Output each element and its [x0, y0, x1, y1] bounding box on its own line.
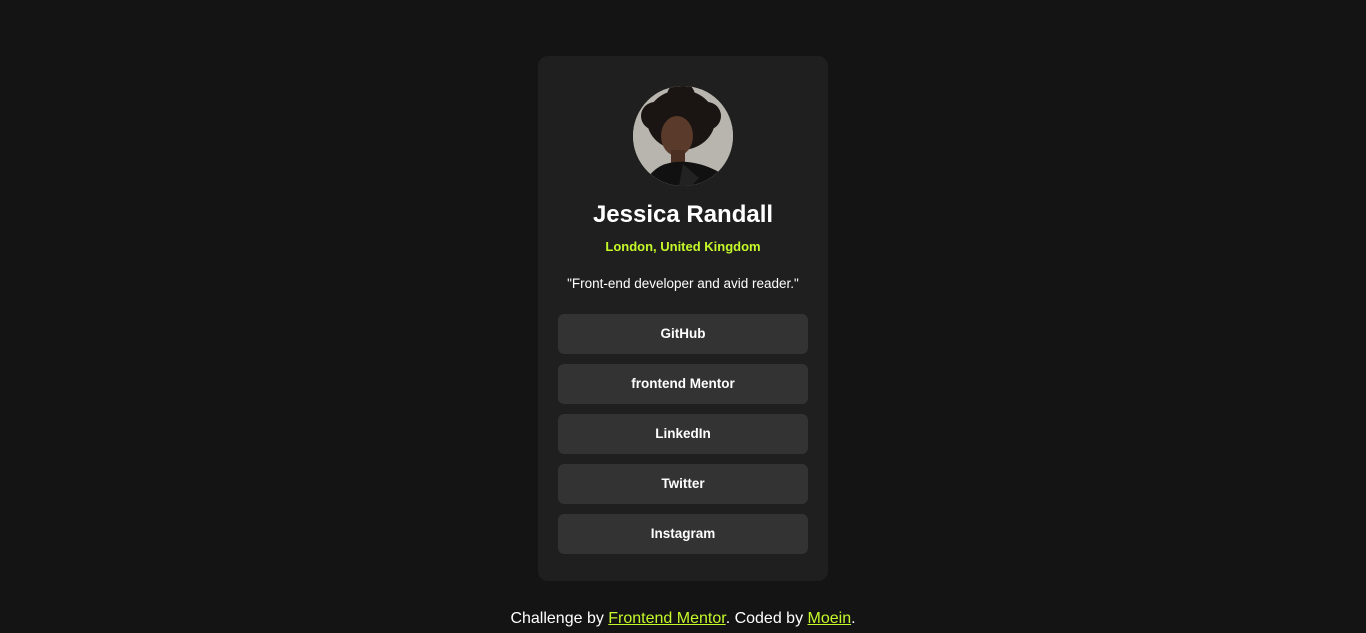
social-links: GitHub frontend Mentor LinkedIn Twitter … — [538, 314, 828, 554]
github-link-button[interactable]: GitHub — [558, 314, 808, 354]
twitter-link-button[interactable]: Twitter — [558, 464, 808, 504]
instagram-link-button[interactable]: Instagram — [558, 514, 808, 554]
footer-middle: . Coded by — [725, 610, 808, 627]
footer-prefix: Challenge by — [510, 610, 609, 627]
frontend-mentor-link-button[interactable]: frontend Mentor — [558, 364, 808, 404]
linkedin-link-button[interactable]: LinkedIn — [558, 414, 808, 454]
avatar — [633, 86, 733, 186]
page: Jessica Randall London, United Kingdom "… — [0, 0, 1366, 633]
profile-card: Jessica Randall London, United Kingdom "… — [538, 56, 828, 581]
avatar-image — [633, 86, 733, 186]
profile-location: London, United Kingdom — [605, 239, 761, 254]
frontend-mentor-footer-link[interactable]: Frontend Mentor — [608, 610, 725, 627]
profile-name: Jessica Randall — [592, 201, 774, 228]
footer-suffix: . — [851, 610, 856, 627]
attribution-footer: Challenge by Frontend Mentor. Coded by M… — [0, 608, 1366, 630]
profile-bio: "Front-end developer and avid reader." — [567, 276, 799, 291]
author-footer-link[interactable]: Moein — [808, 610, 852, 627]
